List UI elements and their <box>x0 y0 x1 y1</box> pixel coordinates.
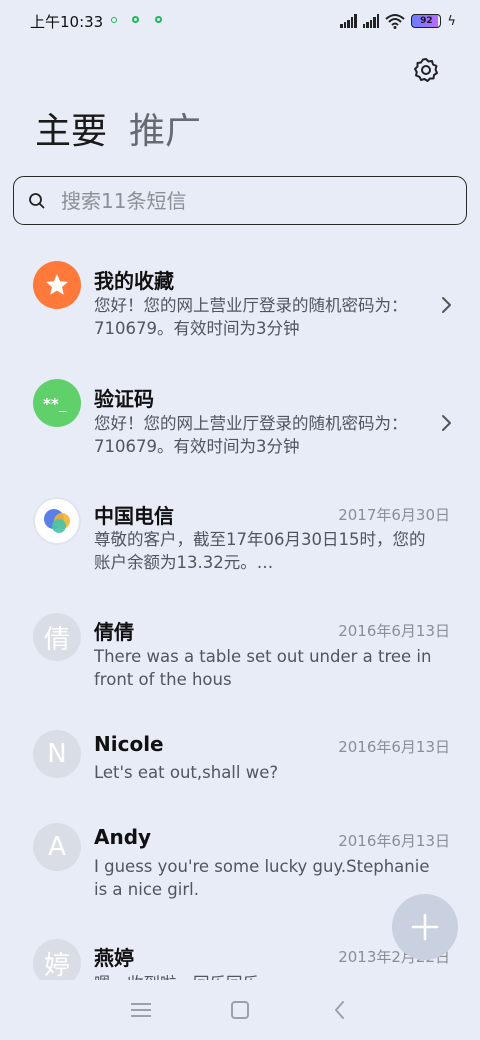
item-preview: I guess you're some lucky guy.Stephanie … <box>94 857 430 899</box>
telecom-logo-icon <box>44 509 70 533</box>
chevron-right-icon <box>442 297 451 313</box>
star-icon <box>46 274 68 295</box>
search-box[interactable] <box>13 176 467 225</box>
tab-primary[interactable]: 主要 <box>35 108 107 156</box>
home-icon[interactable] <box>228 998 252 1022</box>
avatar <box>33 497 81 545</box>
avatar: 倩 <box>33 613 81 661</box>
list-item[interactable]: 中国电信 2017年6月30日 尊敬的客户，截至17年06月30日15时，您的账… <box>0 468 480 584</box>
item-preview: 嗯，收到啦，回乐回乐 <box>94 972 440 980</box>
avatar: **_ <box>33 379 81 427</box>
item-title: 倩倩 <box>94 620 134 644</box>
tab-promotions[interactable]: 推广 <box>129 108 201 156</box>
plus-icon <box>411 913 439 941</box>
status-icons: 92 ϟ <box>340 12 456 30</box>
item-preview: Let's eat out,shall we? <box>94 763 279 782</box>
chevron-right-icon <box>442 415 451 431</box>
item-preview: 尊敬的客户，截至17年06月30日15时，您的账户余额为13.32元。… <box>94 530 426 572</box>
item-title: Nicole <box>94 732 164 756</box>
menu-icon[interactable] <box>129 998 153 1022</box>
list-item[interactable]: N Nicole 2016年6月13日 Let's eat out,shall … <box>0 700 480 794</box>
list-item[interactable]: 我的收藏 您好！您的网上营业厅登录的随机密码为：710679。有效时间为3分钟 <box>0 232 480 348</box>
item-title: 中国电信 <box>94 504 174 528</box>
notification-dot-icon <box>155 16 162 23</box>
category-tabs: 主要 推广 <box>35 108 201 156</box>
item-date: 2016年6月13日 <box>338 738 450 756</box>
signal-icon <box>340 14 357 28</box>
wifi-icon <box>385 14 406 29</box>
charging-bolt-icon: ϟ <box>447 13 456 29</box>
status-time: 上午10:33 <box>30 13 104 31</box>
new-message-button[interactable] <box>392 894 458 960</box>
list-item[interactable]: 倩 倩倩 2016年6月13日 There was a table set ou… <box>0 584 480 700</box>
item-title: 验证码 <box>94 387 154 411</box>
search-icon <box>29 192 45 208</box>
item-preview: There was a table set out under a tree i… <box>94 647 432 689</box>
list-item[interactable]: **_ 验证码 您好！您的网上营业厅登录的随机密码为：710679。有效时间为3… <box>0 350 480 466</box>
battery-level: 92 <box>420 16 433 26</box>
avatar-letter: N <box>47 739 67 769</box>
gear-icon[interactable] <box>412 56 440 84</box>
avatar: N <box>33 730 81 778</box>
item-title: 燕婷 <box>94 946 134 970</box>
notification-dot-icon <box>111 17 117 23</box>
asterisk-code-icon: **_ <box>43 395 67 412</box>
list-item[interactable]: A Andy 2016年6月13日 I guess you're some lu… <box>0 794 480 910</box>
svg-text:**_: **_ <box>43 395 67 412</box>
back-icon[interactable] <box>328 998 352 1022</box>
avatar: A <box>33 823 81 871</box>
system-nav-bar <box>0 980 480 1040</box>
avatar-letter: A <box>48 832 66 862</box>
item-preview: 您好！您的网上营业厅登录的随机密码为：710679。有效时间为3分钟 <box>94 414 408 456</box>
notification-dot-icon <box>132 16 139 23</box>
item-preview: 您好！您的网上营业厅登录的随机密码为：710679。有效时间为3分钟 <box>94 296 408 338</box>
avatar <box>33 261 81 309</box>
item-title: Andy <box>94 825 152 849</box>
battery-icon: 92 <box>411 14 442 28</box>
item-date: 2016年6月13日 <box>338 622 450 640</box>
item-title: 我的收藏 <box>94 269 174 293</box>
item-date: 2017年6月30日 <box>338 506 450 524</box>
signal-icon <box>362 14 380 28</box>
search-input[interactable] <box>59 187 423 214</box>
avatar-letter: 倩 <box>43 624 70 655</box>
avatar: 婷 <box>33 939 81 980</box>
avatar-letter: 婷 <box>43 950 70 981</box>
item-date: 2016年6月13日 <box>338 832 450 850</box>
status-bar: 上午10:33 92 ϟ <box>0 0 480 42</box>
